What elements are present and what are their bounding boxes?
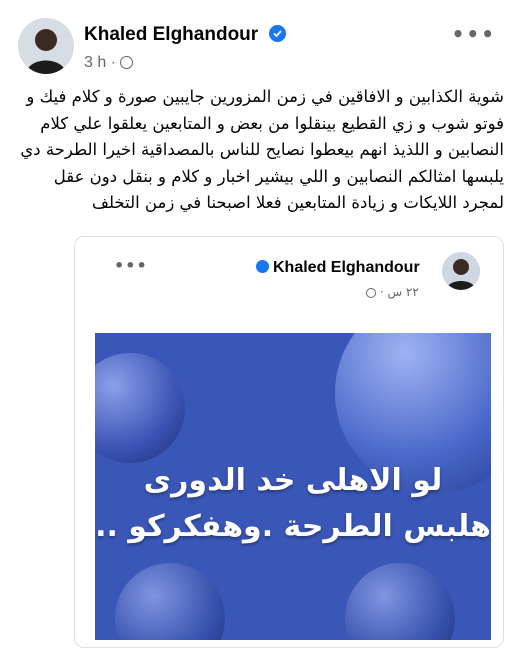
post-meta: 3 h · (84, 54, 134, 72)
globe-icon (120, 56, 134, 69)
facebook-post: Khaled Elghandour 3 h · ••• شوية الكذابي… (0, 0, 520, 648)
shared-more-options-icon[interactable]: ••• (114, 256, 148, 275)
shared-post-time[interactable]: ٢٢ س · (380, 285, 419, 299)
meta-separator: · (110, 54, 117, 71)
post-text: شوية الكذابين و الافاقين في زمن المزورين… (20, 87, 504, 212)
shared-post-image[interactable]: لو الاهلى خد الدورى هلبس الطرحة .وهفكركو… (95, 333, 491, 640)
author-name-text[interactable]: Khaled Elghandour (84, 24, 258, 45)
more-options-icon[interactable]: ••• (452, 22, 496, 46)
shared-post-meta: ٢٢ س · (366, 285, 419, 299)
shared-author-name[interactable]: Khaled Elghandour (256, 259, 420, 277)
post-time[interactable]: 3 h (84, 54, 106, 71)
author-avatar[interactable] (18, 18, 74, 74)
football-decoration (95, 353, 185, 463)
image-caption-text: لو الاهلى خد الدورى هلبس الطرحة .وهفكركو… (95, 463, 491, 544)
shared-verified-badge-icon (256, 260, 269, 273)
shared-author-avatar[interactable] (442, 252, 480, 290)
verified-badge-icon (269, 25, 287, 42)
author-name[interactable]: Khaled Elghandour (84, 24, 287, 46)
shared-author-name-text[interactable]: Khaled Elghandour (273, 259, 420, 276)
football-decoration (345, 563, 455, 640)
football-decoration (115, 563, 225, 640)
shared-globe-icon (366, 288, 376, 298)
